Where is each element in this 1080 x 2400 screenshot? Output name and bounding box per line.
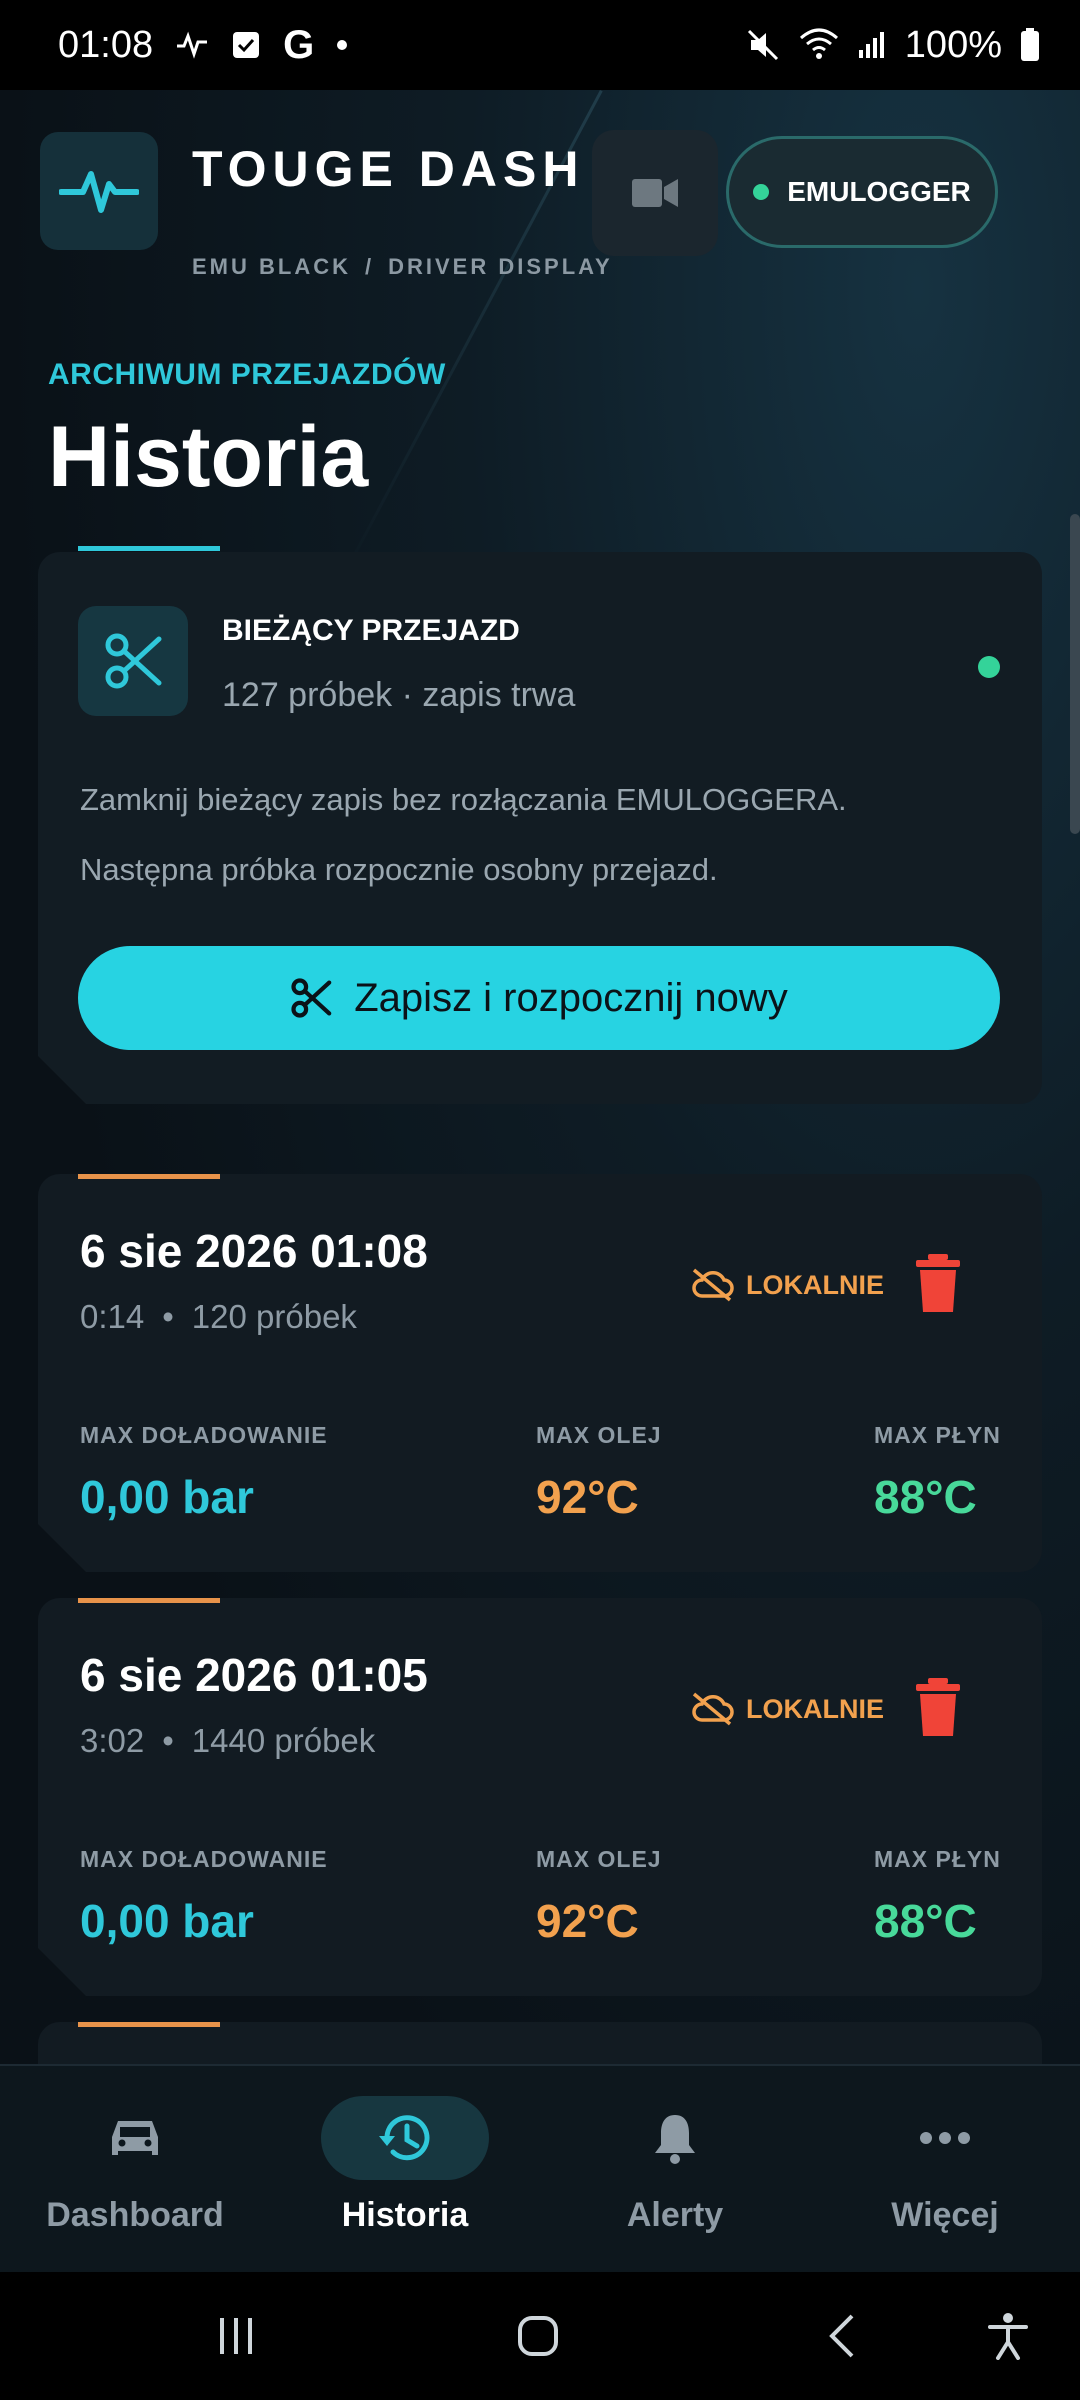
save-and-start-new-label: Zapisz i rozpocznij nowy <box>354 975 788 1020</box>
recent-apps-icon[interactable] <box>206 2306 266 2366</box>
app-title: TOUGE DASH <box>192 141 585 197</box>
session-duration: 3:02 <box>80 1722 145 1759</box>
metric-label-coolant: MAX PŁYN <box>874 1846 1001 1872</box>
scissors-icon <box>290 977 332 1019</box>
session-date: 6 sie 2026 01:08 <box>80 1225 428 1277</box>
scrollbar-thumb[interactable] <box>1070 514 1080 834</box>
page-eyebrow: ARCHIWUM PRZEJAZDÓW <box>48 358 446 391</box>
subtitle-separator: / <box>365 254 375 279</box>
metric-value-coolant: 88°C <box>874 1895 977 1947</box>
session-accent <box>78 1174 220 1179</box>
recording-status-dot <box>978 656 1000 678</box>
car-icon <box>51 2096 219 2180</box>
cloud-off-icon <box>690 1268 734 1302</box>
nav-item-wiecej[interactable]: Więcej <box>810 2066 1080 2274</box>
metric-label-oil: MAX OLEJ <box>536 1846 662 1872</box>
app-subtitle: EMU BLACK / DRIVER DISPLAY <box>192 254 613 280</box>
session-meta: 0:14 • 120 próbek <box>80 1298 357 1336</box>
status-bar: 01:08 G 100% <box>0 0 1080 90</box>
checkbox-icon <box>231 30 261 60</box>
nav-label-wiecej: Więcej <box>891 2196 999 2234</box>
metric-label-boost: MAX DOŁADOWANIE <box>80 1846 328 1872</box>
battery-level: 100% <box>904 23 1002 66</box>
title-underline <box>78 546 220 551</box>
metric-value-oil: 92°C <box>536 1471 639 1523</box>
pulse-icon <box>59 171 139 213</box>
nav-item-dashboard[interactable]: Dashboard <box>0 2066 270 2274</box>
connection-status-dot <box>753 184 770 200</box>
metric-label-boost: MAX DOŁADOWANIE <box>80 1422 328 1448</box>
more-icon <box>861 2096 1029 2180</box>
subtitle-mode: DRIVER DISPLAY <box>388 254 613 279</box>
metric-value-boost: 0,00 bar <box>80 1895 254 1947</box>
session-accent <box>78 1598 220 1603</box>
scissors-icon <box>103 631 163 691</box>
meta-bullet: • <box>162 1722 174 1759</box>
metric-value-oil: 92°C <box>536 1895 639 1947</box>
save-and-start-new-button[interactable]: Zapisz i rozpocznij nowy <box>78 946 1000 1050</box>
cloud-off-icon <box>690 1692 734 1726</box>
video-camera-icon <box>632 179 678 207</box>
current-ride-icon-box <box>78 606 188 716</box>
google-icon: G <box>283 22 315 67</box>
signal-icon <box>857 30 887 60</box>
nav-item-alerty[interactable]: Alerty <box>540 2066 810 2274</box>
bottom-navigation: Dashboard Historia Alerty Więcej <box>0 2064 1080 2272</box>
app-logo <box>40 132 158 250</box>
metric-label-coolant: MAX PŁYN <box>874 1422 1001 1448</box>
session-card[interactable]: 6 sie 2026 01:05 3:02 • 1440 próbek LOKALN… <box>38 1598 1042 1996</box>
session-card[interactable]: 6 sie 2026 01:08 0:14 • 120 próbek LOKALNI… <box>38 1174 1042 1572</box>
session-samples: 1440 próbek <box>191 1722 376 1759</box>
home-icon[interactable] <box>508 2306 568 2366</box>
dot-icon <box>336 39 348 51</box>
current-ride-description-1: Zamknij bieżący zapis bez rozłączania EM… <box>80 782 847 817</box>
session-date: 6 sie 2026 01:05 <box>80 1649 428 1701</box>
session-meta: 3:02 • 1440 próbek <box>80 1722 375 1760</box>
current-ride-title: BIEŻĄCY PRZEJAZD <box>222 614 520 647</box>
session-samples: 120 próbek <box>191 1298 357 1335</box>
battery-icon <box>1020 28 1040 62</box>
storage-status: LOKALNIE <box>690 1692 884 1726</box>
current-ride-status: 127 próbek · zapis trwa <box>222 676 576 714</box>
metric-label-oil: MAX OLEJ <box>536 1422 662 1448</box>
meta-bullet: • <box>162 1298 174 1335</box>
accessibility-icon[interactable] <box>978 2306 1038 2366</box>
storage-label: LOKALNIE <box>746 1693 884 1724</box>
connection-label: EMULOGGER <box>787 176 971 207</box>
status-time: 01:08 <box>58 23 154 66</box>
metric-value-boost: 0,00 bar <box>80 1471 254 1523</box>
back-icon[interactable] <box>812 2306 872 2366</box>
subtitle-ecu: EMU BLACK <box>192 254 351 279</box>
main-content: TOUGE DASH EMU BLACK / DRIVER DISPLAY EMUL… <box>0 90 1080 2064</box>
activity-icon <box>175 30 209 60</box>
system-navigation-bar <box>0 2272 1080 2400</box>
wifi-icon <box>799 28 839 62</box>
bell-icon <box>591 2096 759 2180</box>
session-accent <box>78 2022 220 2027</box>
nav-label-alerty: Alerty <box>626 2196 724 2234</box>
metric-value-coolant: 88°C <box>874 1471 977 1523</box>
nav-label-historia: Historia <box>341 2196 469 2234</box>
history-icon <box>321 2096 489 2180</box>
page-title: Historia <box>48 409 369 505</box>
mute-icon <box>745 27 781 63</box>
storage-label: LOKALNIE <box>746 1269 884 1300</box>
current-ride-card: BIEŻĄCY PRZEJAZD 127 próbek · zapis trwa… <box>38 552 1042 1104</box>
delete-trash-icon[interactable] <box>914 1678 962 1738</box>
current-ride-description-2: Następna próbka rozpocznie osobny przeja… <box>80 852 718 887</box>
session-card[interactable] <box>38 2022 1042 2064</box>
camera-button[interactable] <box>592 130 718 256</box>
session-duration: 0:14 <box>80 1298 145 1335</box>
emulogger-connection-button[interactable]: EMULOGGER <box>726 136 998 248</box>
storage-status: LOKALNIE <box>690 1268 884 1302</box>
nav-item-historia[interactable]: Historia <box>270 2066 540 2274</box>
nav-label-dashboard: Dashboard <box>46 2196 224 2234</box>
delete-trash-icon[interactable] <box>914 1254 962 1314</box>
